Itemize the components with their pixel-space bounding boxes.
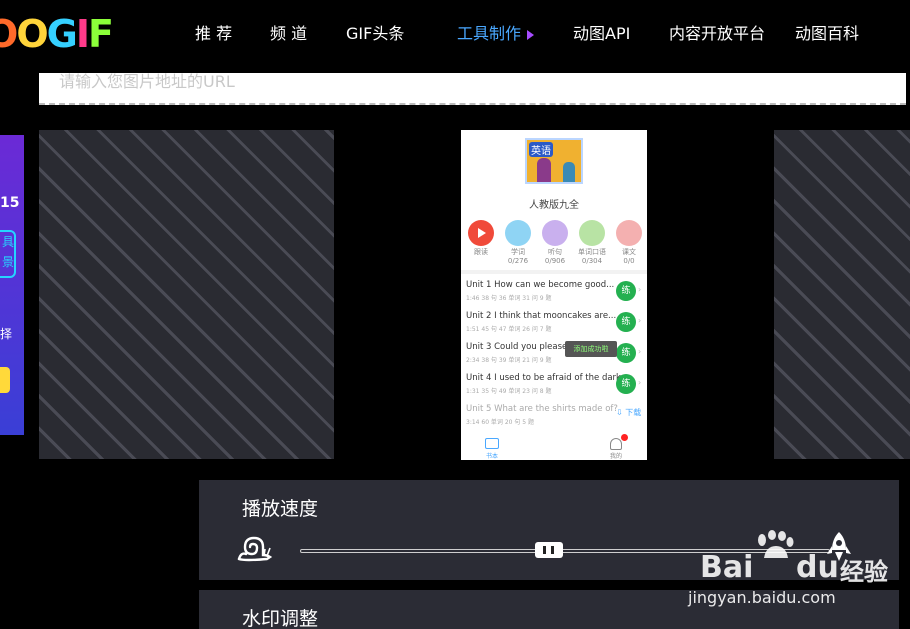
- baidu-jingyan-watermark: Bai du 经验 jingyan.baidu.com: [688, 530, 900, 610]
- circle-label: 单词口语 0/304: [575, 248, 609, 266]
- promo-text-choose: 择: [0, 327, 13, 341]
- chevron-right-icon: ›: [638, 316, 642, 325]
- book-cover-label: 英语: [529, 142, 553, 157]
- unit-meta: 1:46 38 句 36 单词 31 问 9 题: [466, 295, 552, 302]
- nav-item-open-platform[interactable]: 内容开放平台: [669, 22, 765, 46]
- circle-text: [616, 220, 642, 246]
- circle-sub-text: 0/906: [544, 257, 566, 265]
- book-cover-figure: [537, 158, 551, 182]
- book-cover-image: 英语: [525, 138, 583, 184]
- nav-item-gif-headlines[interactable]: GIF头条: [346, 22, 404, 46]
- snail-icon[interactable]: [237, 535, 273, 563]
- circle-learn-words: [505, 220, 531, 246]
- user-icon: [610, 438, 622, 450]
- watermark-url-text: jingyan.baidu.com: [688, 588, 836, 607]
- feature-circles: 跟读 学词 0/276 听句 0/906 单词口语 0/304 课文 0/0: [461, 220, 647, 266]
- circle-sub-text: 0/276: [507, 257, 529, 265]
- nav-item-gif-api[interactable]: 动图API: [573, 22, 630, 46]
- watermark-jingyan-text: 经验: [840, 558, 888, 586]
- practice-button: 练: [616, 374, 636, 394]
- book-title: 人教版九全: [529, 200, 579, 211]
- logo-letter: F: [87, 12, 114, 56]
- unit-title: Unit 4 I used to be afraid of the dark.: [466, 373, 624, 383]
- promo-text-number: 15: [0, 195, 20, 211]
- circle-sub-text: 0/0: [623, 257, 635, 265]
- unit-meta: 2:34 38 句 39 单词 21 问 9 题: [466, 357, 552, 364]
- circle-label-text: 单词口语: [578, 248, 606, 256]
- nav-item-channels[interactable]: 频 道: [270, 22, 307, 46]
- speed-slider-thumb[interactable]: [535, 542, 564, 558]
- nav-item-gif-encyclopedia[interactable]: 动图百科: [795, 22, 859, 46]
- grip-line: [543, 546, 547, 554]
- baidu-paw-icon: [758, 530, 794, 558]
- notification-dot: [621, 434, 628, 441]
- frame-preview-right: [774, 130, 910, 459]
- unit-meta: 1:31 35 句 49 单词 23 问 8 题: [466, 388, 552, 395]
- unit-row: Unit 1 How can we become good... 1:46 38…: [466, 280, 642, 308]
- gif-preview-frame: 英语 人教版九全 跟读 学词 0/276 听句 0/906 单词口语 0/304 课文…: [461, 130, 647, 460]
- chevron-right-icon: ›: [638, 347, 642, 356]
- unit-row: Unit 4 I used to be afraid of the dark. …: [466, 373, 642, 401]
- download-label: ⇩ 下载: [616, 408, 642, 417]
- section-divider: [461, 270, 647, 274]
- circle-label: 学词 0/276: [501, 248, 535, 266]
- circle-label: 听句 0/906: [538, 248, 572, 266]
- site-logo[interactable]: OOGIF: [0, 10, 114, 58]
- playback-speed-title: 播放速度: [242, 498, 319, 520]
- practice-button: 练: [616, 281, 636, 301]
- unit-meta: 3:14 60 单词 20 句 5 题: [466, 419, 535, 426]
- frame-preview-left: [39, 130, 334, 459]
- book-icon: [485, 438, 499, 449]
- preview-tab-bar: 书本 我的: [461, 430, 647, 460]
- nav-item-recommend[interactable]: 推 荐: [195, 22, 232, 46]
- circle-word-speaking: [579, 220, 605, 246]
- unit-title: Unit 2 I think that mooncakes are...: [466, 311, 617, 321]
- circle-label: 课文 0/0: [612, 248, 646, 266]
- circle-follow-read: [468, 220, 494, 246]
- chevron-right-icon: ›: [638, 378, 642, 387]
- unit-title: Unit 1 How can we become good...: [466, 280, 615, 290]
- unit-row: Unit 5 What are the shirts made of? 3:14…: [466, 404, 642, 432]
- circle-label-text: 课文: [622, 248, 636, 256]
- toast-message: 添加成功啦: [565, 341, 617, 357]
- play-icon: [478, 228, 486, 238]
- nav-item-tools-label: 工具制作: [457, 24, 522, 43]
- circle-label-text: 听句: [548, 248, 562, 256]
- logo-letter: G: [46, 12, 78, 56]
- logo-letter: O: [0, 12, 18, 56]
- unit-meta: 1:51 45 句 47 单词 26 问 7 题: [466, 326, 552, 333]
- promo-badge: 具 景: [0, 230, 16, 278]
- practice-button: 练: [616, 312, 636, 332]
- circle-sub-text: 0/304: [581, 257, 603, 265]
- unit-row: Unit 2 I think that mooncakes are... 1:5…: [466, 311, 642, 339]
- circle-label: 跟读: [474, 248, 488, 256]
- chevron-right-icon: ›: [638, 285, 642, 294]
- nav-item-tools[interactable]: 工具制作: [457, 22, 535, 46]
- tab-label-mine: 我的: [610, 453, 623, 460]
- practice-button: 练: [616, 343, 636, 363]
- tab-label-books: 书本: [486, 453, 499, 460]
- watermark-adjust-title: 水印调整: [242, 608, 319, 629]
- logo-letter: I: [75, 12, 90, 56]
- circle-listen-sentences: [542, 220, 568, 246]
- grip-line: [551, 546, 555, 554]
- top-navigation-bar: OOGIF 推 荐 频 道 GIF头条 工具制作 动图API 内容开放平台 动图…: [0, 0, 910, 68]
- logo-letter: O: [16, 12, 48, 56]
- caret-right-icon: [527, 29, 535, 40]
- watermark-du-text: du: [796, 550, 839, 585]
- image-url-input[interactable]: 请输入您图片地址的URL: [39, 73, 906, 105]
- promo-button[interactable]: [0, 367, 10, 393]
- download-label-text: 下载: [625, 408, 642, 417]
- book-cover-figure: [563, 162, 575, 182]
- circle-label-text: 学词: [511, 248, 525, 256]
- unit-title: Unit 5 What are the shirts made of?: [466, 404, 618, 414]
- watermark-bai-text: Bai: [700, 550, 754, 585]
- promo-banner[interactable]: 15 具 景 择: [0, 135, 24, 435]
